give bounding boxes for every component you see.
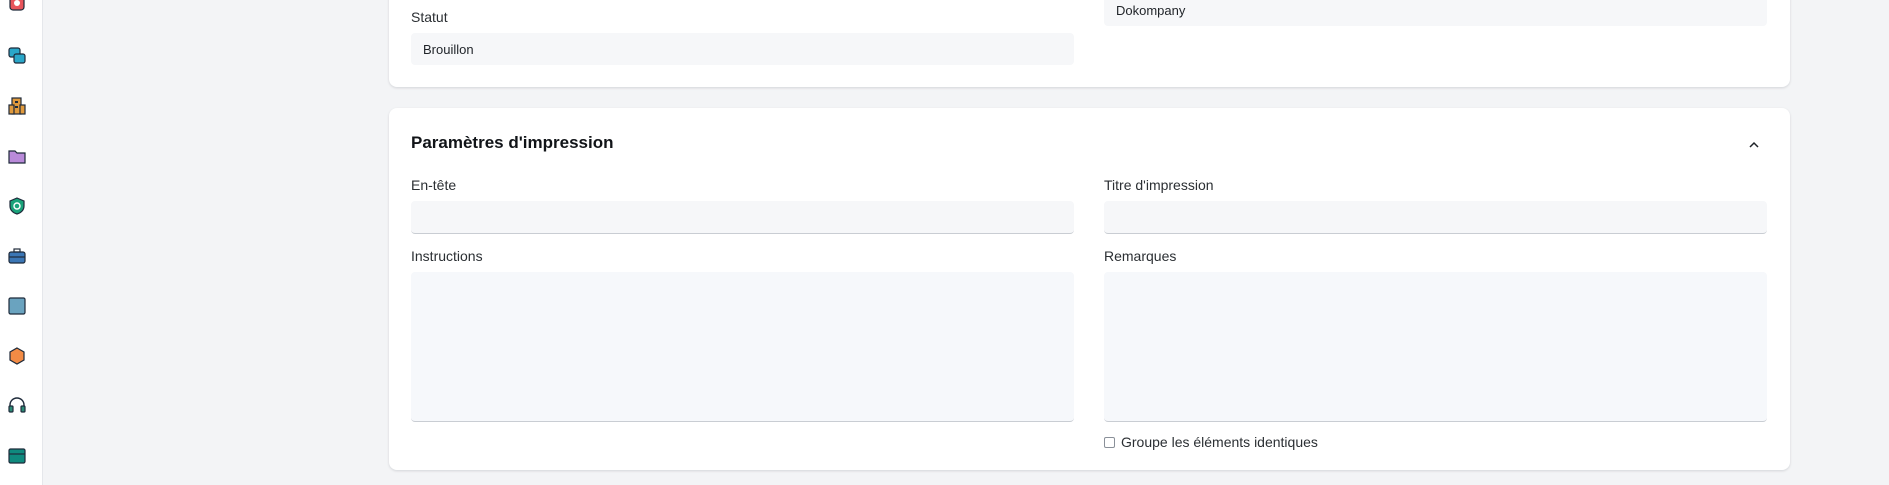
chevron-up-icon[interactable] <box>1745 136 1763 154</box>
heart-ticket-icon[interactable] <box>7 0 27 14</box>
header-label: En-tête <box>411 177 457 193</box>
sidebar <box>0 0 43 485</box>
remarks-label: Remarques <box>1104 248 1177 264</box>
remarks-textarea[interactable] <box>1104 272 1767 422</box>
instructions-label: Instructions <box>411 248 483 264</box>
headset-icon[interactable] <box>7 396 27 416</box>
print-title-label: Titre d'impression <box>1104 177 1214 193</box>
header-input[interactable] <box>411 201 1074 234</box>
group-items-label[interactable]: Groupe les éléments identiques <box>1121 434 1318 450</box>
window-icon[interactable] <box>7 296 27 316</box>
status-label: Statut <box>411 9 448 25</box>
section-title: Paramètres d'impression <box>411 133 614 152</box>
shield-icon[interactable] <box>7 196 27 216</box>
hexagon-icon[interactable] <box>7 346 27 366</box>
print-title-input[interactable] <box>1104 201 1767 234</box>
folder-icon[interactable] <box>7 146 27 166</box>
company-field[interactable]: Dokompany <box>1104 0 1767 26</box>
database-stack-icon[interactable] <box>7 46 27 66</box>
group-items-checkbox[interactable] <box>1104 437 1115 448</box>
card-icon[interactable] <box>7 446 27 466</box>
briefcase-icon[interactable] <box>7 246 27 266</box>
instructions-textarea[interactable] <box>411 272 1074 422</box>
status-field[interactable]: Brouillon <box>411 33 1074 65</box>
building-icon[interactable] <box>7 96 27 116</box>
